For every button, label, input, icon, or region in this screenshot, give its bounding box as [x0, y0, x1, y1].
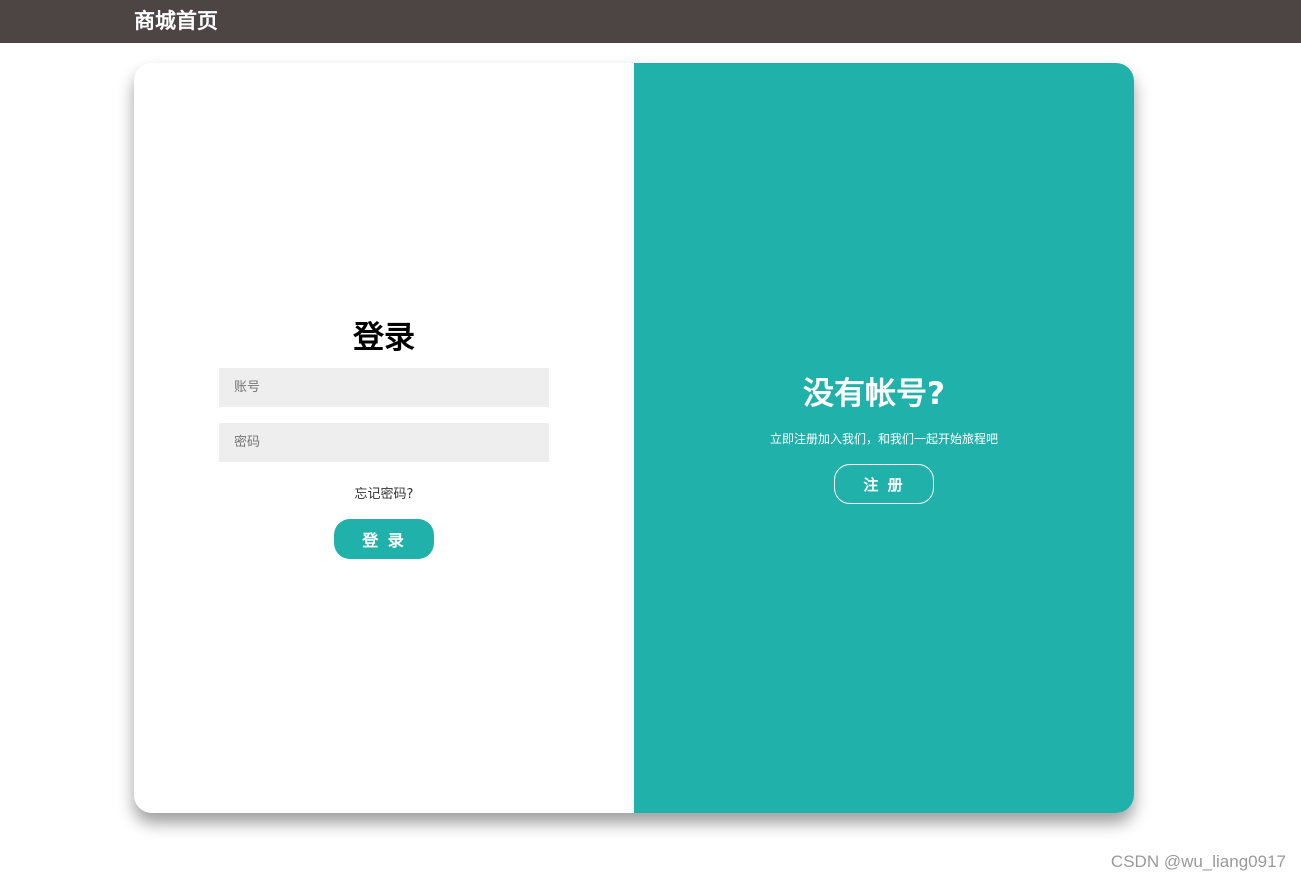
login-button[interactable]: 登 录	[334, 519, 434, 559]
password-input[interactable]	[219, 423, 549, 462]
forgot-password-link[interactable]: 忘记密码?	[134, 485, 634, 505]
home-link[interactable]: 商城首页	[134, 6, 218, 36]
login-title: 登录	[353, 320, 415, 356]
register-button[interactable]: 注 册	[834, 464, 934, 504]
watermark: CSDN @wu_liang0917	[1110, 852, 1286, 871]
register-description: 立即注册加入我们，和我们一起开始旅程吧	[769, 432, 998, 446]
register-title: 没有帐号?	[803, 376, 945, 412]
register-panel: 没有帐号? 立即注册加入我们，和我们一起开始旅程吧 注 册	[634, 63, 1134, 813]
account-input[interactable]	[219, 368, 549, 407]
top-nav-bar: 商城首页	[0, 0, 1301, 43]
login-panel: 登录 忘记密码? 登 录	[134, 63, 634, 813]
auth-card: 登录 忘记密码? 登 录 没有帐号? 立即注册加入我们，和我们一起开始旅程吧 注…	[134, 63, 1134, 813]
